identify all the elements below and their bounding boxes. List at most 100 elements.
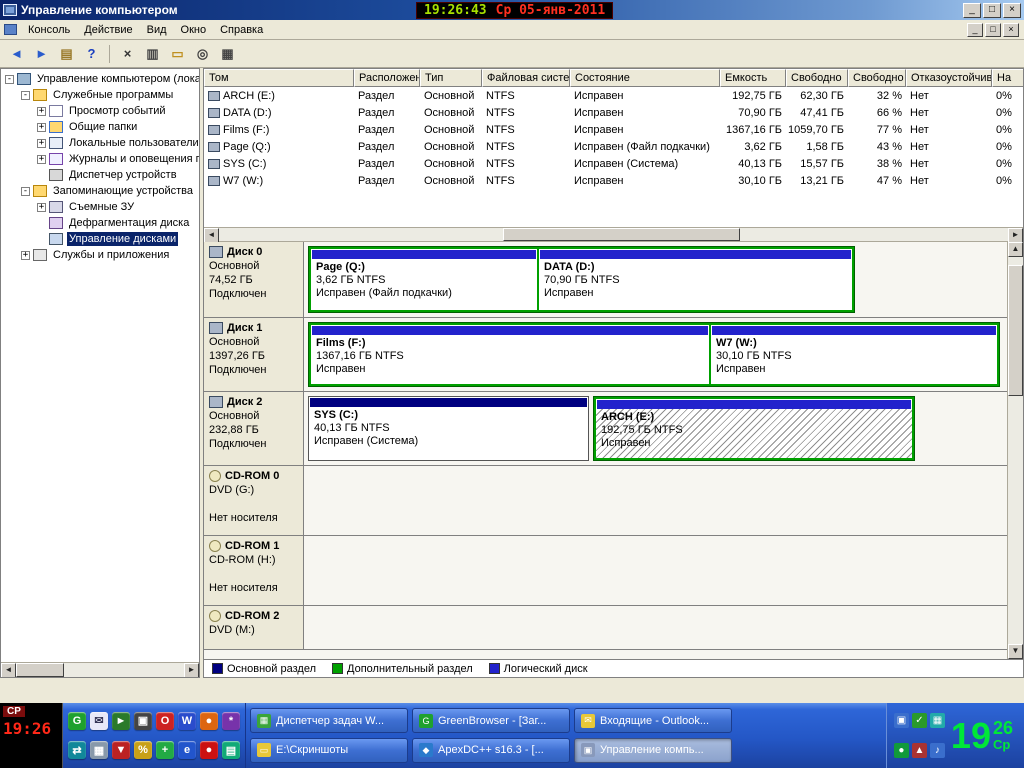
disk-scroll-track[interactable] <box>1008 257 1023 644</box>
properties-icon[interactable]: ▥ <box>141 43 164 65</box>
table-horizontal-scrollbar[interactable]: ◄ ► <box>204 227 1023 242</box>
word-quick-icon[interactable]: W <box>178 712 196 730</box>
notes-quick-icon[interactable]: ▤ <box>222 741 240 759</box>
column-header-6[interactable]: Свободно <box>786 69 848 87</box>
tree-horizontal-scrollbar[interactable]: ◄ ► <box>1 662 199 677</box>
menu-item-3[interactable]: Окно <box>174 22 214 38</box>
table-scroll-track[interactable] <box>219 228 1008 241</box>
download-quick-icon[interactable]: ▼ <box>112 741 130 759</box>
scroll-left-icon[interactable]: ◄ <box>204 228 219 243</box>
expander-icon[interactable]: + <box>37 123 46 132</box>
menu-item-1[interactable]: Действие <box>77 22 139 38</box>
tree-item-2[interactable]: +Просмотр событий <box>1 103 199 119</box>
tree-scroll-track[interactable] <box>16 663 184 677</box>
show-tree-icon[interactable]: ▤ <box>55 43 78 65</box>
forward-icon[interactable]: ► <box>30 43 53 65</box>
table-row[interactable]: Page (Q:)РазделОсновнойNTFSИсправен (Фай… <box>204 138 1023 155</box>
tree-scroll-thumb[interactable] <box>16 663 64 677</box>
disk-info[interactable]: Диск 0Основной74,52 ГБПодключен <box>204 242 304 317</box>
scroll-up-icon[interactable]: ▲ <box>1008 242 1023 257</box>
menu-item-2[interactable]: Вид <box>140 22 174 38</box>
tree-item-10[interactable]: Управление дисками <box>1 231 199 247</box>
table-scroll-thumb[interactable] <box>503 228 740 241</box>
shell-quick-icon[interactable]: ▣ <box>134 712 152 730</box>
table-row[interactable]: ARCH (E:)РазделОсновнойNTFSИсправен192,7… <box>204 87 1023 104</box>
disk-info[interactable]: Диск 2Основной232,88 ГБПодключен <box>204 392 304 465</box>
user-tray-icon[interactable]: ▲ <box>912 743 927 758</box>
scroll-right-icon[interactable]: ► <box>184 663 199 678</box>
scroll-right-icon[interactable]: ► <box>1008 228 1023 243</box>
expander-icon[interactable]: - <box>5 75 14 84</box>
tree-item-3[interactable]: +Общие папки <box>1 119 199 135</box>
disk-vertical-scrollbar[interactable]: ▲ ▼ <box>1007 242 1023 659</box>
chat-quick-icon[interactable]: * <box>222 712 240 730</box>
table-row[interactable]: W7 (W:)РазделОсновнойNTFSИсправен30,10 Г… <box>204 172 1023 189</box>
disk-info[interactable]: CD-ROM 1CD-ROM (H:) Нет носителя <box>204 536 304 605</box>
update-tray-icon[interactable]: ✓ <box>912 713 927 728</box>
task-button[interactable]: GGreenBrowser - [Заг... <box>412 708 570 733</box>
plus-quick-icon[interactable]: + <box>156 741 174 759</box>
console-system-icon[interactable] <box>4 24 17 35</box>
minimize-button[interactable]: _ <box>963 3 981 18</box>
column-header-7[interactable]: Свободно % <box>848 69 906 87</box>
scroll-left-icon[interactable]: ◄ <box>1 663 16 678</box>
partition-box[interactable]: Films (F:)1367,16 ГБ NTFSИсправен <box>311 325 709 384</box>
disk-scroll-thumb[interactable] <box>1008 265 1023 397</box>
expander-icon[interactable]: - <box>21 187 30 196</box>
media-quick-icon[interactable]: ► <box>112 712 130 730</box>
network-tray-icon[interactable]: ▣ <box>894 713 909 728</box>
tree-item-5[interactable]: +Журналы и оповещения пр <box>1 151 199 167</box>
column-header-8[interactable]: Отказоустойчивость <box>906 69 992 87</box>
expander-icon[interactable]: + <box>37 155 46 164</box>
open-folder-icon[interactable]: ▭ <box>166 43 189 65</box>
column-header-4[interactable]: Состояние <box>570 69 720 87</box>
delete-icon[interactable]: × <box>116 43 139 65</box>
task-button[interactable]: ✉Входящие - Outlook... <box>574 708 732 733</box>
column-header-9[interactable]: На <box>992 69 1023 87</box>
volume-tray-icon[interactable]: ♪ <box>930 743 945 758</box>
back-icon[interactable]: ◄ <box>5 43 28 65</box>
task-button[interactable]: ▣Управление компь... <box>574 738 732 763</box>
antivirus-tray-icon[interactable]: ● <box>894 743 909 758</box>
player-quick-icon[interactable]: ● <box>200 712 218 730</box>
expander-icon[interactable]: + <box>37 139 46 148</box>
close-button[interactable]: × <box>1003 3 1021 18</box>
tree-item-6[interactable]: Диспетчер устройств <box>1 167 199 183</box>
ie-quick-icon[interactable]: e <box>178 741 196 759</box>
tree-item-11[interactable]: +Службы и приложения <box>1 247 199 263</box>
partition-box[interactable]: ARCH (E:)192,75 ГБ NTFSИсправен <box>596 399 912 458</box>
mail-quick-icon[interactable]: ✉ <box>90 712 108 730</box>
sync-quick-icon[interactable]: ⇄ <box>68 741 86 759</box>
tree-item-9[interactable]: Дефрагментация диска <box>1 215 199 231</box>
record-quick-icon[interactable]: ● <box>200 741 218 759</box>
expander-icon[interactable]: + <box>37 203 46 212</box>
key-quick-icon[interactable]: % <box>134 741 152 759</box>
tree-item-8[interactable]: +Съемные ЗУ <box>1 199 199 215</box>
partition-box[interactable]: SYS (C:)40,13 ГБ NTFSИсправен (Система) <box>308 396 589 461</box>
scroll-down-icon[interactable]: ▼ <box>1008 644 1023 659</box>
column-header-0[interactable]: Том <box>204 69 354 87</box>
explorer-quick-icon[interactable]: ▦ <box>90 741 108 759</box>
menu-item-0[interactable]: Консоль <box>21 22 77 38</box>
table-row[interactable]: DATA (D:)РазделОсновнойNTFSИсправен70,90… <box>204 104 1023 121</box>
table-row[interactable]: Films (F:)РазделОсновнойNTFSИсправен1367… <box>204 121 1023 138</box>
partition-box[interactable]: DATA (D:)70,90 ГБ NTFSИсправен <box>539 249 852 310</box>
mdi-close-button[interactable]: × <box>1003 23 1019 37</box>
tree-item-0[interactable]: -Управление компьютером (локальн <box>1 71 199 87</box>
views-icon[interactable]: ▦ <box>216 43 239 65</box>
disk-info[interactable]: CD-ROM 2DVD (M:) <box>204 606 304 649</box>
partition-box[interactable]: Page (Q:)3,62 ГБ NTFSИсправен (Файл подк… <box>311 249 537 310</box>
task-button[interactable]: ▦Диспетчер задач W... <box>250 708 408 733</box>
menu-item-4[interactable]: Справка <box>213 22 270 38</box>
greenbrowser-quick-icon[interactable]: G <box>68 712 86 730</box>
table-row[interactable]: SYS (C:)РазделОсновнойNTFSИсправен (Сист… <box>204 155 1023 172</box>
opera-quick-icon[interactable]: O <box>156 712 174 730</box>
disk-info[interactable]: Диск 1Основной1397,26 ГБПодключен <box>204 318 304 391</box>
disk-info[interactable]: CD-ROM 0DVD (G:) Нет носителя <box>204 466 304 535</box>
tree-item-4[interactable]: +Локальные пользователи и <box>1 135 199 151</box>
maximize-button[interactable]: □ <box>983 3 1001 18</box>
tree-item-1[interactable]: -Служебные программы <box>1 87 199 103</box>
expander-icon[interactable]: + <box>37 107 46 116</box>
mdi-restore-button[interactable]: □ <box>985 23 1001 37</box>
mdi-minimize-button[interactable]: _ <box>967 23 983 37</box>
